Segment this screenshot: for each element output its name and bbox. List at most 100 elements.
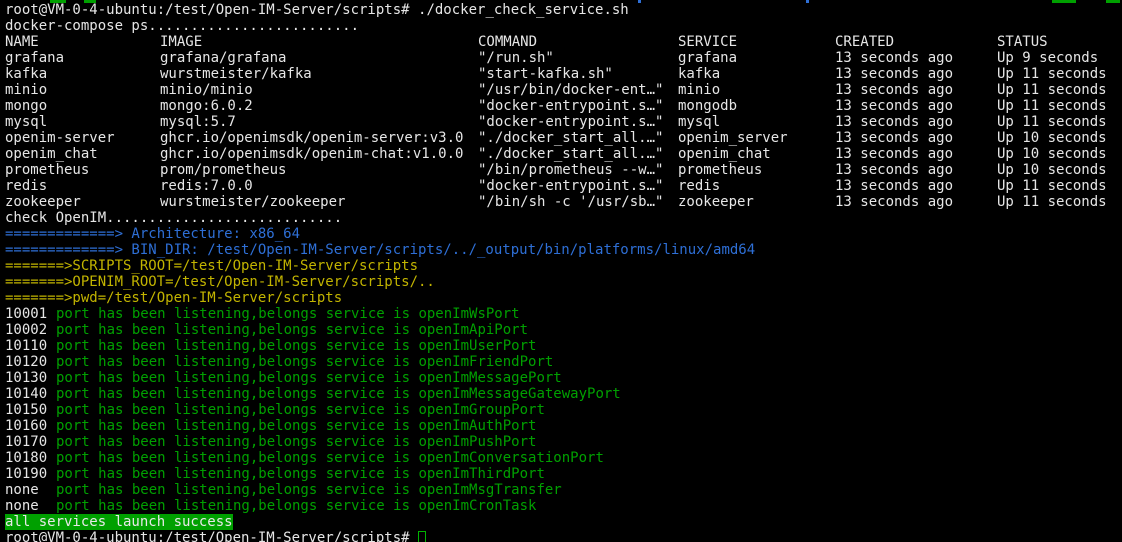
port-service-name: openImUserPort: [418, 338, 536, 354]
scrolled-text-fragment: [84, 0, 96, 3]
cell-name: kafka: [5, 66, 160, 82]
port-service-name: openImThirdPort: [418, 466, 544, 482]
cell-name: openim-server: [5, 130, 160, 146]
cell-command: "docker-entrypoint.s…": [478, 98, 678, 114]
port-service-name: openImFriendPort: [418, 354, 553, 370]
cell-status: Up 10 seconds: [997, 130, 1117, 146]
cell-command: "docker-entrypoint.s…": [478, 178, 678, 194]
cell-image: ghcr.io/openimsdk/openim-server:v3.0: [160, 130, 478, 146]
final-prompt-line: root@VM-0-4-ubuntu:/test/Open-IM-Server/…: [5, 530, 1122, 542]
port-service-name: openImApiPort: [418, 322, 528, 338]
success-line: all services launch success: [5, 514, 1122, 530]
port-status-text: port has been listening,belongs service …: [56, 370, 418, 386]
terminal-window[interactable]: root@VM-0-4-ubuntu:/test/Open-IM-Server/…: [0, 0, 1122, 542]
cell-service: prometheus: [678, 162, 835, 178]
cell-name: redis: [5, 178, 160, 194]
scrolled-text-fragment: [638, 0, 641, 3]
port-status-line: noneport has been listening,belongs serv…: [5, 482, 1122, 498]
port-status-line: 10110port has been listening,belongs ser…: [5, 338, 1122, 354]
cell-image: prom/prometheus: [160, 162, 478, 178]
cell-command: "./docker_start_all.…": [478, 146, 678, 162]
cell-command: "/run.sh": [478, 50, 678, 66]
cell-name: openim_chat: [5, 146, 160, 162]
cell-command: "/bin/prometheus --w…": [478, 162, 678, 178]
port-status-line: 10120port has been listening,belongs ser…: [5, 354, 1122, 370]
port-number: 10002: [5, 322, 56, 338]
scrolled-text-fragment: [1106, 0, 1120, 3]
container-row: mongomongo:6.0.2"docker-entrypoint.s…"mo…: [5, 98, 1122, 114]
port-status-text: port has been listening,belongs service …: [56, 386, 418, 402]
cell-status: Up 11 seconds: [997, 178, 1117, 194]
cell-created: 13 seconds ago: [835, 146, 997, 162]
container-row: prometheusprom/prometheus"/bin/prometheu…: [5, 162, 1122, 178]
port-service-name: openImAuthPort: [418, 418, 536, 434]
env-info-line: =======>OPENIM_ROOT=/test/Open-IM-Server…: [5, 274, 1122, 290]
cell-status: Up 11 seconds: [997, 114, 1117, 130]
port-status-line: 10160port has been listening,belongs ser…: [5, 418, 1122, 434]
env-info-line: =============> BIN_DIR: /test/Open-IM-Se…: [5, 242, 1122, 258]
container-row: zookeeperwurstmeister/zookeeper"/bin/sh …: [5, 194, 1122, 210]
shell-prompt: root@VM-0-4-ubuntu:/test/Open-IM-Server/…: [5, 530, 418, 542]
cell-command: "/usr/bin/docker-ent…": [478, 82, 678, 98]
port-number: 10160: [5, 418, 56, 434]
cell-service: openim_server: [678, 130, 835, 146]
cell-command: "start-kafka.sh": [478, 66, 678, 82]
cell-command: "docker-entrypoint.s…": [478, 114, 678, 130]
cell-created: 13 seconds ago: [835, 178, 997, 194]
port-status-text: port has been listening,belongs service …: [56, 434, 418, 450]
cell-service: kafka: [678, 66, 835, 82]
cell-created: 13 seconds ago: [835, 194, 997, 210]
port-status-line: 10170port has been listening,belongs ser…: [5, 434, 1122, 450]
port-status-line: 10150port has been listening,belongs ser…: [5, 402, 1122, 418]
port-number: 10001: [5, 306, 56, 322]
column-header-image: IMAGE: [160, 34, 478, 50]
cell-created: 13 seconds ago: [835, 98, 997, 114]
cell-status: Up 11 seconds: [997, 82, 1117, 98]
port-status-line: 10190port has been listening,belongs ser…: [5, 466, 1122, 482]
port-status-line: 10180port has been listening,belongs ser…: [5, 450, 1122, 466]
port-number: 10190: [5, 466, 56, 482]
port-number: 10110: [5, 338, 56, 354]
typed-command: ./docker_check_service.sh: [418, 2, 629, 18]
column-header-name: NAME: [5, 34, 160, 50]
port-number: 10140: [5, 386, 56, 402]
port-number: 10150: [5, 402, 56, 418]
port-status-line: 10140port has been listening,belongs ser…: [5, 386, 1122, 402]
port-number: 10130: [5, 370, 56, 386]
container-row: miniominio/minio"/usr/bin/docker-ent…"mi…: [5, 82, 1122, 98]
port-status-text: port has been listening,belongs service …: [56, 418, 418, 434]
cell-image: wurstmeister/kafka: [160, 66, 478, 82]
shell-prompt: root@VM-0-4-ubuntu:/test/Open-IM-Server/…: [5, 2, 418, 18]
terminal-cursor: [418, 531, 426, 542]
column-header-service: SERVICE: [678, 34, 835, 50]
port-status-text: port has been listening,belongs service …: [56, 322, 418, 338]
cell-service: minio: [678, 82, 835, 98]
port-service-name: openImConversationPort: [418, 450, 603, 466]
cell-status: Up 9 seconds: [997, 50, 1117, 66]
cell-name: prometheus: [5, 162, 160, 178]
cell-command: "/bin/sh -c '/usr/sb…": [478, 194, 678, 210]
success-message: all services launch success: [5, 514, 233, 530]
cell-service: mysql: [678, 114, 835, 130]
port-service-name: openImMessagePort: [418, 370, 561, 386]
cell-image: mongo:6.0.2: [160, 98, 478, 114]
cell-name: grafana: [5, 50, 160, 66]
port-number: 10180: [5, 450, 56, 466]
container-row: mysqlmysql:5.7"docker-entrypoint.s…"mysq…: [5, 114, 1122, 130]
port-status-text: port has been listening,belongs service …: [56, 450, 418, 466]
cell-image: grafana/grafana: [160, 50, 478, 66]
cell-name: mysql: [5, 114, 160, 130]
port-service-name: openImMsgTransfer: [418, 482, 561, 498]
port-number: 10120: [5, 354, 56, 370]
command-line: root@VM-0-4-ubuntu:/test/Open-IM-Server/…: [5, 2, 1122, 18]
port-status-text: port has been listening,belongs service …: [56, 338, 418, 354]
cell-command: "./docker_start_all.…": [478, 130, 678, 146]
cell-name: mongo: [5, 98, 160, 114]
env-info-line: =======>SCRIPTS_ROOT=/test/Open-IM-Serve…: [5, 258, 1122, 274]
cell-created: 13 seconds ago: [835, 66, 997, 82]
cell-status: Up 10 seconds: [997, 162, 1117, 178]
port-number: none: [5, 482, 56, 498]
container-row: openim-serverghcr.io/openimsdk/openim-se…: [5, 130, 1122, 146]
cell-created: 13 seconds ago: [835, 162, 997, 178]
container-row: redisredis:7.0.0"docker-entrypoint.s…"re…: [5, 178, 1122, 194]
